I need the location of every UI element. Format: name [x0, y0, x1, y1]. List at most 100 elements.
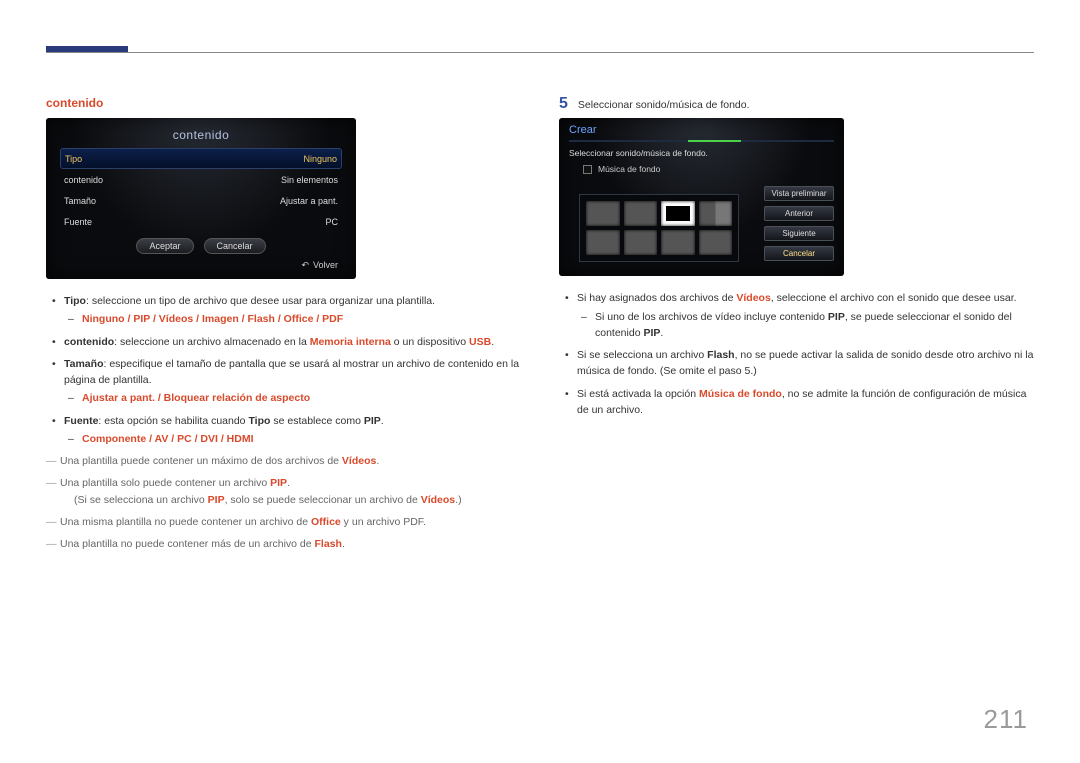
dash-3: Una misma plantilla no puede contener un… — [46, 514, 521, 530]
crear-side-buttons: Vista preliminar Anterior Siguiente Canc… — [764, 186, 834, 262]
sub-tamano-options: Ajustar a pant. / Bloquear relación de a… — [64, 390, 521, 406]
text: , solo se puede seleccionar un archivo d… — [225, 494, 421, 506]
text: . — [342, 538, 345, 550]
term: Office — [311, 516, 341, 528]
preview-button[interactable]: Vista preliminar — [764, 186, 834, 201]
cancel-button[interactable]: Cancelar — [764, 246, 834, 261]
term: Tipo — [248, 415, 270, 427]
term: Tamaño — [64, 358, 103, 370]
page-content: contenido contenido Tipo Ninguno conteni… — [46, 96, 1034, 558]
left-bullets: Tipo: seleccione un tipo de archivo que … — [46, 293, 521, 447]
term: PIP — [364, 415, 381, 427]
settings-row-fuente[interactable]: Fuente PC — [60, 211, 342, 232]
thumbnail[interactable] — [624, 201, 658, 226]
panel-footer: ↶ Volver — [60, 260, 342, 271]
term: PIP — [828, 311, 845, 323]
text: . — [660, 327, 663, 339]
term: Vídeos — [421, 494, 455, 506]
thumbnail-grid — [586, 201, 732, 255]
thumbnail[interactable] — [586, 230, 620, 255]
thumbnail[interactable] — [699, 230, 733, 255]
row-value: PC — [325, 217, 338, 227]
thumbnail-selected[interactable] — [661, 201, 695, 226]
panel-title: contenido — [60, 128, 342, 142]
text: .) — [455, 494, 461, 506]
row-label: Fuente — [64, 217, 92, 227]
return-label: Volver — [313, 260, 338, 270]
checkbox-label: Música de fondo — [598, 164, 660, 174]
crear-panel: Crear Seleccionar sonido/música de fondo… — [559, 118, 844, 276]
text: : seleccione un archivo almacenado en la — [114, 336, 310, 348]
bullet-tipo: Tipo: seleccione un tipo de archivo que … — [46, 293, 521, 328]
thumbnail[interactable] — [624, 230, 658, 255]
term: PIP — [208, 494, 225, 506]
thumbnail[interactable] — [661, 230, 695, 255]
text: . — [381, 415, 384, 427]
term: PIP — [643, 327, 660, 339]
row-label: Tamaño — [64, 196, 96, 206]
term: PIP — [270, 477, 287, 489]
options: Ajustar a pant. / Bloquear relación de a… — [82, 392, 310, 404]
bullet-tamano: Tamaño: especifique el tamaño de pantall… — [46, 356, 521, 407]
right-bullets: Si hay asignados dos archivos de Vídeos,… — [559, 290, 1034, 418]
section-title-contenido: contenido — [46, 96, 521, 110]
row-value: Sin elementos — [281, 175, 338, 185]
thumbnail-area — [579, 194, 739, 262]
dash-1: Una plantilla puede contener un máximo d… — [46, 453, 521, 469]
bullet-fuente: Fuente: esta opción se habilita cuando T… — [46, 413, 521, 448]
row-label: contenido — [64, 175, 103, 185]
thumbnail[interactable] — [699, 201, 733, 226]
term: Memoria interna — [310, 336, 391, 348]
thumbnail[interactable] — [586, 201, 620, 226]
term: Fuente — [64, 415, 98, 427]
row-value: Ajustar a pant. — [280, 196, 338, 206]
term: Tipo — [64, 295, 86, 307]
text: : esta opción se habilita cuando — [98, 415, 248, 427]
text: Una plantilla no puede contener más de u… — [60, 538, 315, 550]
term: Vídeos — [736, 292, 770, 304]
text: o un dispositivo — [391, 336, 469, 348]
next-button[interactable]: Siguiente — [764, 226, 834, 241]
step-number: 5 — [559, 96, 568, 112]
row-label: Tipo — [65, 154, 82, 164]
right-column: 5 Seleccionar sonido/música de fondo. Cr… — [559, 96, 1034, 558]
text: Si está activada la opción — [577, 388, 699, 400]
settings-row-tipo[interactable]: Tipo Ninguno — [60, 148, 342, 169]
term: Música de fondo — [699, 388, 782, 400]
text: y un archivo PDF. — [341, 516, 426, 528]
prev-button[interactable]: Anterior — [764, 206, 834, 221]
term: contenido — [64, 336, 114, 348]
text: Una plantilla puede contener un máximo d… — [60, 455, 342, 467]
text: : seleccione un tipo de archivo que dese… — [86, 295, 435, 307]
term: Vídeos — [342, 455, 376, 467]
settings-row-contenido[interactable]: contenido Sin elementos — [60, 169, 342, 190]
text: . — [491, 336, 494, 348]
text: . — [376, 455, 379, 467]
text: Si hay asignados dos archivos de — [577, 292, 736, 304]
options: Ninguno / PIP / Vídeos / Imagen / Flash … — [82, 313, 343, 325]
step-text: Seleccionar sonido/música de fondo. — [578, 96, 750, 111]
panel-buttons: Aceptar Cancelar — [60, 238, 342, 254]
term: Flash — [315, 538, 342, 550]
text: Una misma plantilla no puede contener un… — [60, 516, 311, 528]
row-value: Ninguno — [303, 154, 337, 164]
text: Si se selecciona un archivo — [577, 349, 707, 361]
text: , seleccione el archivo con el sonido qu… — [771, 292, 1017, 304]
bg-music-checkbox-row[interactable]: Música de fondo — [583, 164, 754, 174]
text: se establece como — [270, 415, 363, 427]
dash-4: Una plantilla no puede contener más de u… — [46, 536, 521, 552]
crear-body: Música de fondo — [569, 164, 834, 262]
checkbox-icon[interactable] — [583, 165, 592, 174]
sub-r1: Si uno de los archivos de vídeo incluye … — [577, 309, 1034, 342]
sub-fuente-options: Componente / AV / PC / DVI / HDMI — [64, 431, 521, 447]
settings-row-tamano[interactable]: Tamaño Ajustar a pant. — [60, 190, 342, 211]
text: . — [287, 477, 290, 489]
return-icon: ↶ — [301, 260, 309, 271]
text: : especifique el tamaño de pantalla que … — [64, 358, 519, 386]
term: USB — [469, 336, 491, 348]
page-number: 211 — [984, 704, 1028, 735]
cancel-button[interactable]: Cancelar — [204, 238, 266, 254]
dash-2-sub: (Si se selecciona un archivo PIP, solo s… — [60, 492, 521, 508]
contenido-panel: contenido Tipo Ninguno contenido Sin ele… — [46, 118, 356, 279]
accept-button[interactable]: Aceptar — [136, 238, 193, 254]
